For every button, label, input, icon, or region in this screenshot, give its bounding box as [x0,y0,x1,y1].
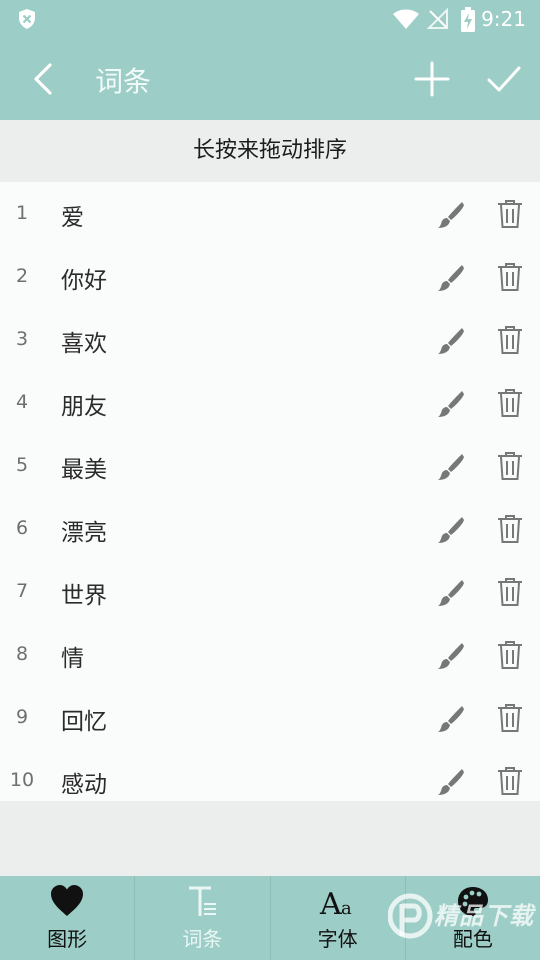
item-word: 喜欢 [61,331,107,357]
edit-brush-icon[interactable] [435,767,465,797]
shield-icon [19,9,35,29]
delete-trash-icon[interactable] [496,325,524,355]
item-word: 世界 [61,583,107,609]
item-word: 爱 [61,205,84,231]
watermark-text: 精品下载 [434,902,534,930]
list-item[interactable]: 1 爱 [0,182,540,245]
edit-brush-icon[interactable] [435,263,465,293]
status-bar: 9:21 [0,0,540,38]
list-item[interactable]: 8 情 [0,623,540,686]
tab-words[interactable]: 词条 [135,876,271,960]
edit-brush-icon[interactable] [435,515,465,545]
list-item[interactable]: 5 最美 [0,434,540,497]
delete-trash-icon[interactable] [496,199,524,229]
edit-brush-icon[interactable] [435,200,465,230]
confirm-check-icon[interactable] [485,60,523,98]
font-icon: A a [319,887,352,920]
delete-trash-icon[interactable] [496,703,524,733]
item-word: 情 [61,646,84,672]
delete-trash-icon[interactable] [496,766,524,796]
list-item[interactable]: 4 朋友 [0,371,540,434]
list-item[interactable]: 6 漂亮 [0,497,540,560]
back-arrow-icon[interactable] [26,60,62,98]
no-signal-icon [427,8,448,29]
item-number: 10 [9,769,35,791]
tab-shape[interactable]: 图形 [0,876,136,960]
item-word: 感动 [61,772,107,798]
add-icon[interactable] [413,60,451,98]
list-item[interactable]: 9 回忆 [0,686,540,749]
item-number: 3 [15,328,29,350]
delete-trash-icon[interactable] [496,514,524,544]
edit-brush-icon[interactable] [435,389,465,419]
item-number: 7 [15,580,29,602]
list-item[interactable]: 3 喜欢 [0,308,540,371]
item-number: 1 [15,202,29,224]
drag-hint: 长按来拖动排序 [0,120,540,182]
text-icon [189,886,217,916]
item-word: 朋友 [61,394,107,420]
item-number: 4 [15,391,29,413]
battery-charging-icon [461,7,475,32]
svg-text:A: A [319,887,342,920]
item-number: 9 [15,706,29,728]
heart-icon [51,885,84,916]
item-word: 漂亮 [61,520,107,546]
edit-brush-icon[interactable] [435,704,465,734]
delete-trash-icon[interactable] [496,451,524,481]
item-word: 最美 [61,457,107,483]
list-item[interactable]: 7 世界 [0,560,540,623]
item-number: 8 [15,643,29,665]
item-number: 2 [15,265,29,287]
edit-brush-icon[interactable] [435,641,465,671]
watermark: 精品下载 [388,880,538,958]
tab-label: 词条 [182,927,223,951]
edit-brush-icon[interactable] [435,452,465,482]
item-word: 你好 [61,268,107,294]
word-list: 1 爱 2 你好 3 喜欢 4 朋友 5 最美 6 漂亮 7 世界 8 情 9 … [0,182,540,801]
tab-label: 图形 [47,927,88,951]
delete-trash-icon[interactable] [496,577,524,607]
item-number: 5 [15,454,29,476]
edit-brush-icon[interactable] [435,578,465,608]
tab-label: 字体 [317,927,358,951]
wifi-icon [393,9,419,29]
item-number: 6 [15,517,29,539]
list-item[interactable]: 10 感动 [0,749,540,812]
delete-trash-icon[interactable] [496,262,524,292]
edit-brush-icon[interactable] [435,326,465,356]
clock: 9:21 [481,7,526,31]
watermark-logo-icon [388,893,433,939]
item-word: 回忆 [61,709,107,735]
delete-trash-icon[interactable] [496,388,524,418]
delete-trash-icon[interactable] [496,640,524,670]
page-title: 词条 [95,65,152,98]
tab-font[interactable]: A a 字体 [271,876,406,960]
svg-text:a: a [341,898,352,919]
app-toolbar: 词条 [0,38,540,120]
list-item[interactable]: 2 你好 [0,245,540,308]
